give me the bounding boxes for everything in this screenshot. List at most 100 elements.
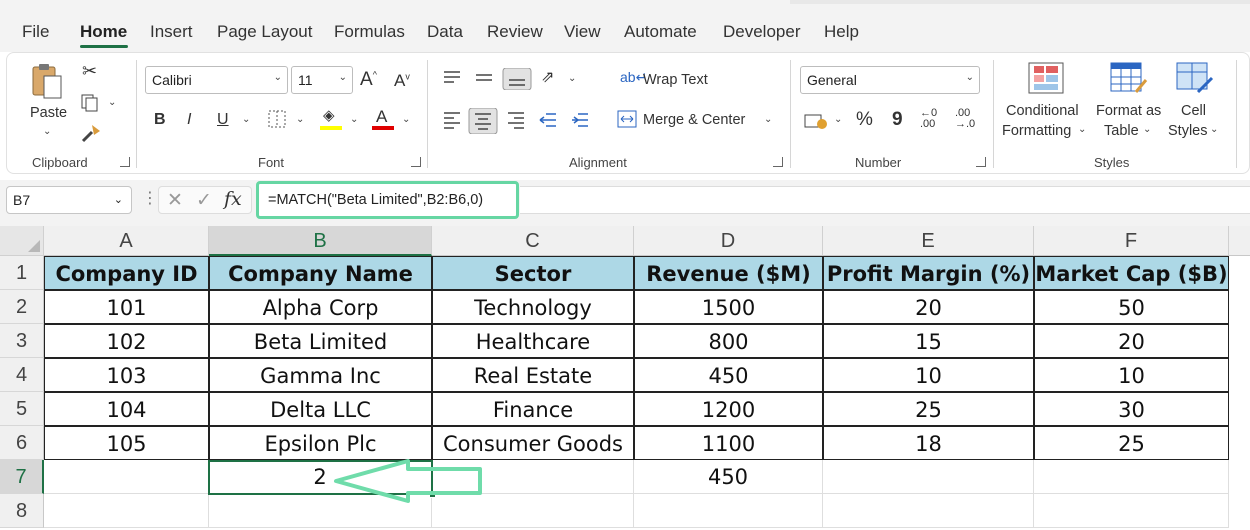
orientation-icon[interactable]: ⇗: [541, 70, 554, 86]
column-header-b[interactable]: B: [209, 226, 432, 256]
number-launcher-icon[interactable]: [976, 157, 986, 167]
cell-a8[interactable]: [44, 494, 209, 528]
copy-icon[interactable]: [80, 93, 100, 113]
percent-button[interactable]: %: [856, 110, 873, 129]
cell-e3[interactable]: 15: [823, 324, 1034, 358]
header-cell-b[interactable]: Company Name: [209, 256, 432, 290]
cell-d2[interactable]: 1500: [634, 290, 823, 324]
cell-f3[interactable]: 20: [1034, 324, 1229, 358]
chevron-down-icon[interactable]: ⌄: [108, 97, 116, 108]
horizontal-align-icons[interactable]: [440, 108, 600, 134]
tab-insert[interactable]: Insert: [150, 22, 193, 42]
worksheet-grid[interactable]: A B C D E F 1 2 3 4 5 6 7 8 Company ID Co…: [0, 226, 1250, 530]
cancel-icon[interactable]: ✕: [167, 191, 183, 210]
cell-f7[interactable]: [1034, 460, 1229, 494]
font-color-icon[interactable]: A: [376, 108, 387, 125]
row-header-5[interactable]: 5: [0, 392, 44, 426]
row-header-7[interactable]: 7: [0, 460, 44, 494]
decrease-decimal-icon[interactable]: .00 →.0: [955, 108, 975, 130]
cell-d4[interactable]: 450: [634, 358, 823, 392]
accounting-format-icon[interactable]: [804, 112, 828, 130]
row-header-8[interactable]: 8: [0, 494, 44, 528]
comma-style-button[interactable]: 9: [892, 110, 903, 129]
cell-c3[interactable]: Healthcare: [432, 324, 634, 358]
increase-font-size-icon[interactable]: A^: [360, 70, 377, 89]
cell-d7[interactable]: 450: [634, 460, 823, 494]
column-header-e[interactable]: E: [823, 226, 1034, 256]
enter-icon[interactable]: ✓: [196, 191, 212, 210]
italic-button[interactable]: I: [187, 112, 191, 128]
column-header-a[interactable]: A: [44, 226, 209, 256]
cell-e4[interactable]: 10: [823, 358, 1034, 392]
alignment-launcher-icon[interactable]: [773, 157, 783, 167]
chevron-down-icon[interactable]: ⌄: [242, 114, 250, 125]
cell-c4[interactable]: Real Estate: [432, 358, 634, 392]
tab-home[interactable]: Home: [80, 22, 127, 42]
row-header-2[interactable]: 2: [0, 290, 44, 324]
cut-icon[interactable]: ✂: [82, 62, 97, 80]
header-cell-c[interactable]: Sector: [432, 256, 634, 290]
cell-a4[interactable]: 103: [44, 358, 209, 392]
font-name-select[interactable]: Calibri ⌄: [145, 66, 288, 94]
cell-b5[interactable]: Delta LLC: [209, 392, 432, 426]
tab-data[interactable]: Data: [427, 22, 463, 42]
chevron-down-icon[interactable]: ⌄: [402, 114, 410, 125]
row-header-6[interactable]: 6: [0, 426, 44, 460]
tab-review[interactable]: Review: [487, 22, 543, 42]
header-cell-f[interactable]: Market Cap ($B): [1034, 256, 1229, 290]
cell-b3[interactable]: Beta Limited: [209, 324, 432, 358]
chevron-down-icon[interactable]: ⌄: [296, 114, 304, 125]
tab-help[interactable]: Help: [824, 22, 859, 42]
borders-icon[interactable]: [267, 109, 287, 129]
cell-f8[interactable]: [1034, 494, 1229, 528]
more-options-icon[interactable]: ⋮: [142, 191, 158, 207]
wrap-text-button[interactable]: Wrap Text: [643, 72, 708, 88]
cell-d6[interactable]: 1100: [634, 426, 823, 460]
cell-e6[interactable]: 18: [823, 426, 1034, 460]
header-cell-d[interactable]: Revenue ($M): [634, 256, 823, 290]
cell-a7[interactable]: [44, 460, 209, 494]
clipboard-launcher-icon[interactable]: [120, 157, 130, 167]
column-header-d[interactable]: D: [634, 226, 823, 256]
tab-developer[interactable]: Developer: [723, 22, 801, 42]
cell-a2[interactable]: 101: [44, 290, 209, 324]
row-header-3[interactable]: 3: [0, 324, 44, 358]
format-painter-icon[interactable]: [80, 123, 102, 143]
cell-a5[interactable]: 104: [44, 392, 209, 426]
cell-d5[interactable]: 1200: [634, 392, 823, 426]
cell-d8[interactable]: [634, 494, 823, 528]
tab-file[interactable]: File: [22, 22, 49, 42]
cell-b4[interactable]: Gamma Inc: [209, 358, 432, 392]
header-cell-e[interactable]: Profit Margin (%): [823, 256, 1034, 290]
name-box[interactable]: B7 ⌄: [6, 186, 132, 214]
vertical-align-icons[interactable]: [440, 68, 544, 90]
cell-b6[interactable]: Epsilon Plc: [209, 426, 432, 460]
cell-f5[interactable]: 30: [1034, 392, 1229, 426]
cell-e8[interactable]: [823, 494, 1034, 528]
font-launcher-icon[interactable]: [411, 157, 421, 167]
insert-function-icon[interactable]: fx: [224, 190, 242, 209]
cell-f2[interactable]: 50: [1034, 290, 1229, 324]
cell-f6[interactable]: 25: [1034, 426, 1229, 460]
decrease-font-size-icon[interactable]: Av: [394, 72, 410, 89]
cell-c6[interactable]: Consumer Goods: [432, 426, 634, 460]
tab-automate[interactable]: Automate: [624, 22, 697, 42]
column-header-f[interactable]: F: [1034, 226, 1229, 256]
chevron-down-icon[interactable]: ⌄: [764, 114, 772, 125]
chevron-down-icon[interactable]: ⌄: [834, 114, 842, 125]
column-header-g[interactable]: [1229, 226, 1250, 256]
cell-f4[interactable]: 10: [1034, 358, 1229, 392]
row-header-1[interactable]: 1: [0, 256, 44, 290]
chevron-down-icon[interactable]: ⌄: [568, 73, 576, 84]
number-format-select[interactable]: General ⌄: [800, 66, 980, 94]
cell-d3[interactable]: 800: [634, 324, 823, 358]
select-all-button[interactable]: [0, 226, 44, 256]
fill-color-icon[interactable]: ◈: [323, 108, 335, 123]
bold-button[interactable]: B: [154, 112, 166, 128]
cell-c5[interactable]: Finance: [432, 392, 634, 426]
header-cell-a[interactable]: Company ID: [44, 256, 209, 290]
cell-e5[interactable]: 25: [823, 392, 1034, 426]
increase-decimal-icon[interactable]: ←0.00: [920, 108, 937, 130]
cell-b2[interactable]: Alpha Corp: [209, 290, 432, 324]
cell-a3[interactable]: 102: [44, 324, 209, 358]
